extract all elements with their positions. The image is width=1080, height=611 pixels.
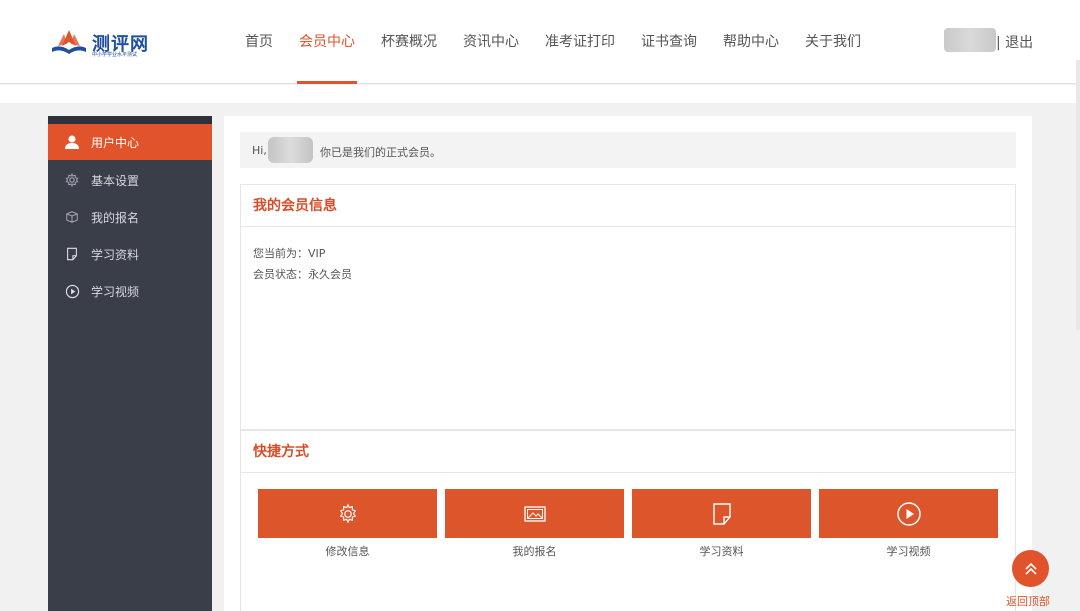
- sidebar-item-label: 用户中心: [91, 135, 140, 150]
- document-icon: [63, 245, 81, 263]
- shortcut-registration-button[interactable]: [445, 489, 624, 538]
- back-to-top-label[interactable]: 返回顶部: [1006, 593, 1050, 609]
- shortcut-materials-button[interactable]: [632, 489, 811, 538]
- shortcut-edit-info-button[interactable]: [258, 489, 437, 538]
- nav-member-center[interactable]: 会员中心: [286, 0, 368, 84]
- sidebar-item-user-center[interactable]: 用户中心: [48, 124, 212, 160]
- nav-home[interactable]: 首页: [232, 0, 286, 84]
- box-icon: [63, 208, 81, 226]
- double-chevron-up-icon: [1024, 562, 1037, 575]
- document-icon: [712, 502, 731, 525]
- logout-link[interactable]: | 退出: [996, 32, 1033, 52]
- gear-icon: [339, 503, 356, 524]
- sidebar-item-videos[interactable]: 学习视频: [48, 273, 212, 309]
- top-header: 测评网 中小学学业水平测试 首页 会员中心 杯赛概况 资讯中心 准考证打印 证书…: [0, 0, 1080, 84]
- sidebar: 用户中心 基本设置 我的报名 学习资料 学习视频: [48, 116, 212, 611]
- site-logo[interactable]: 测评网 中小学学业水平测试: [48, 26, 148, 60]
- window-edge: [1076, 60, 1080, 330]
- shortcut-videos-button[interactable]: [819, 489, 998, 538]
- image-icon: [523, 505, 546, 522]
- play-icon: [896, 501, 921, 526]
- member-info-panel: 我的会员信息 您当前为：VIP 会员状态：永久会员: [240, 184, 1016, 430]
- member-info-title: 我的会员信息: [241, 185, 1015, 227]
- greeting-bar: Hi, 你已是我们的正式会员。: [240, 132, 1016, 168]
- member-status: 会员状态：永久会员: [253, 268, 352, 281]
- username-redacted: [268, 137, 313, 163]
- nav-cup-overview[interactable]: 杯赛概况: [368, 0, 450, 84]
- sidebar-item-label: 我的报名: [91, 210, 140, 225]
- play-icon: [63, 282, 81, 300]
- nav-news[interactable]: 资讯中心: [450, 0, 532, 84]
- gear-icon: [63, 171, 81, 189]
- logo-subtitle: 中小学学业水平测试: [92, 52, 138, 58]
- greeting-hi: Hi,: [252, 144, 267, 157]
- nav-admission-ticket[interactable]: 准考证打印: [532, 0, 628, 84]
- nav-certificate[interactable]: 证书查询: [628, 0, 710, 84]
- header-spacer: [0, 85, 1080, 103]
- shortcut-label: 学习视频: [886, 545, 931, 558]
- shortcut-label: 修改信息: [325, 545, 370, 558]
- nav-help[interactable]: 帮助中心: [710, 0, 792, 84]
- sidebar-item-label: 学习资料: [91, 247, 140, 262]
- back-to-top-button[interactable]: [1012, 550, 1049, 587]
- sidebar-item-materials[interactable]: 学习资料: [48, 236, 212, 272]
- main-nav: 首页 会员中心 杯赛概况 资讯中心 准考证打印 证书查询 帮助中心 关于我们: [232, 0, 874, 84]
- sidebar-item-registration[interactable]: 我的报名: [48, 199, 212, 235]
- main-content: Hi, 你已是我们的正式会员。 我的会员信息 您当前为：VIP 会员状态：永久会…: [224, 116, 1032, 611]
- book-logo-icon: [52, 30, 86, 54]
- shortcuts-panel: 快捷方式 修改信息 我的报名 学习资料 学习视频: [240, 430, 1016, 611]
- shortcut-label: 我的报名: [512, 545, 557, 558]
- nav-about[interactable]: 关于我们: [792, 0, 874, 84]
- greeting-message: 你已是我们的正式会员。: [320, 146, 441, 159]
- sidebar-item-label: 基本设置: [91, 173, 140, 188]
- member-level: 您当前为：VIP: [253, 247, 326, 260]
- shortcuts-title: 快捷方式: [241, 431, 1015, 473]
- sidebar-item-settings[interactable]: 基本设置: [48, 162, 212, 198]
- sidebar-item-label: 学习视频: [91, 284, 140, 299]
- user-icon: [63, 133, 81, 151]
- shortcut-label: 学习资料: [699, 545, 744, 558]
- username-redacted[interactable]: [944, 28, 996, 52]
